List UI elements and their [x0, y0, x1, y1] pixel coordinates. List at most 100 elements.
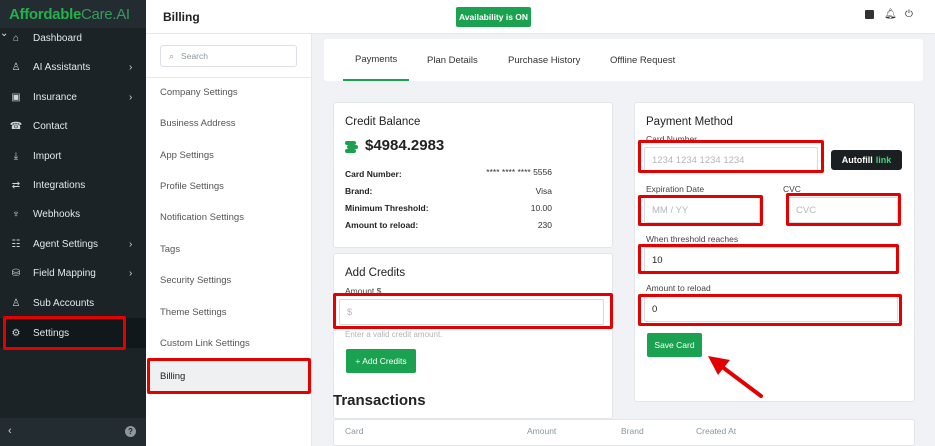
sidebar-item-label: Field Mapping: [33, 267, 96, 279]
search-input[interactable]: ⌕ Search: [160, 45, 297, 67]
card-number-input[interactable]: 1234 1234 1234 1234: [644, 147, 818, 173]
submenu-item-billing[interactable]: Billing: [147, 360, 310, 392]
sidebar-item-label: Settings: [33, 327, 70, 339]
submenu-item-security-settings[interactable]: Security Settings: [160, 275, 231, 286]
autofill-link-text: link: [875, 155, 892, 165]
column-header-created-at: Created At: [696, 426, 737, 436]
sidebar-item-import[interactable]: ⤓ Import: [0, 141, 146, 171]
tab-purchase-history[interactable]: Purchase History: [508, 39, 580, 81]
amount-to-reload-value: 230: [537, 220, 552, 230]
tab-payments[interactable]: Payments: [343, 39, 410, 81]
expiration-date-placeholder: MM / YY: [652, 204, 689, 216]
minimum-threshold-value: 10.00: [530, 203, 552, 213]
brand-label: Brand:: [345, 186, 373, 196]
brand-name: Affordable: [9, 5, 82, 23]
reload-amount-label: Amount to reload: [646, 283, 711, 293]
help-icon[interactable]: ?: [125, 426, 136, 437]
sidebar-item-label: Insurance: [33, 91, 77, 103]
save-card-button[interactable]: Save Card: [647, 333, 702, 357]
sidebar-item-label: Integrations: [33, 179, 86, 191]
sidebar-item-sub-accounts[interactable]: ♙ Sub Accounts: [0, 288, 146, 318]
card-number-label: Card Number:: [345, 169, 402, 179]
threshold-input[interactable]: 10: [644, 247, 898, 273]
page-title: Billing: [163, 10, 200, 24]
autofill-link-button[interactable]: Autofill link: [831, 150, 902, 170]
power-icon[interactable]: ⏻: [904, 10, 914, 20]
transactions-table: Card Amount Brand Created At: [333, 419, 915, 446]
sidebar-item-agent-settings[interactable]: ☷ Agent Settings ›: [0, 229, 146, 259]
card-icon: ▣: [11, 91, 21, 103]
notes-icon[interactable]: [865, 10, 874, 19]
divider: [146, 77, 312, 78]
availability-toggle-button[interactable]: Availability is ON: [456, 7, 531, 27]
sidebar-footer: ‹ ?: [0, 418, 146, 446]
submenu-item-notification-settings[interactable]: Notification Settings: [160, 212, 244, 223]
submenu-item-profile-settings[interactable]: Profile Settings: [160, 181, 224, 192]
brand-value: Visa: [535, 186, 552, 196]
tab-plan-details[interactable]: Plan Details: [427, 39, 478, 81]
submenu-item-theme-settings[interactable]: Theme Settings: [160, 307, 227, 318]
billing-tabs: Payments Plan Details Purchase History O…: [324, 39, 923, 81]
transactions-title: Transactions: [333, 392, 426, 409]
user-icon: ♙: [11, 297, 21, 309]
reload-amount-input[interactable]: 0: [644, 296, 898, 322]
sidebar-item-webhooks[interactable]: ♆ Webhooks: [0, 199, 146, 229]
sidebar-item-label: Dashboard: [33, 32, 82, 44]
sidebar-item-label: Webhooks: [33, 208, 81, 220]
cvc-input[interactable]: CVC: [788, 197, 898, 223]
sidebar-item-field-mapping[interactable]: ⛁ Field Mapping ›: [0, 258, 146, 288]
sidebar-item-contact[interactable]: ☎ Contact: [0, 111, 146, 141]
home-icon: ⌂: [12, 32, 20, 44]
credit-amount-input[interactable]: $: [339, 299, 604, 325]
submenu-item-custom-link-settings[interactable]: Custom Link Settings: [160, 338, 250, 349]
autofill-text: Autofill: [841, 155, 873, 165]
sidebar-item-integrations[interactable]: ⇄ Integrations: [0, 170, 146, 200]
sidebar-item-settings[interactable]: ⚙ Settings: [0, 318, 146, 348]
credit-balance-title: Credit Balance: [345, 116, 421, 128]
chevron-right-icon: ›: [129, 238, 133, 250]
payment-method-title: Payment Method: [646, 116, 733, 128]
sidebar-item-label: Import: [33, 150, 62, 162]
add-credits-title: Add Credits: [345, 267, 406, 279]
sidebar-item-label: Contact: [33, 120, 68, 132]
collapse-sidebar-icon[interactable]: ‹: [8, 425, 12, 437]
credit-balance-amount: $4984.2983: [365, 137, 445, 154]
column-header-card: Card: [345, 426, 364, 436]
credit-amount-hint: Enter a valid credit amount.: [345, 330, 443, 339]
add-credits-button[interactable]: + Add Credits: [346, 349, 416, 373]
sidebar-item-dashboard[interactable]: ⌂ Dashboard: [0, 23, 146, 53]
gear-icon: ⚙: [11, 327, 21, 339]
column-header-brand: Brand: [621, 426, 644, 436]
expiration-date-label: Expiration Date: [646, 184, 705, 194]
cvc-placeholder: CVC: [796, 204, 817, 216]
agent-icon: ☷: [11, 238, 21, 250]
expiration-date-input[interactable]: MM / YY: [644, 197, 760, 223]
chevron-right-icon: ›: [129, 267, 133, 279]
sidebar-item-label: Sub Accounts: [33, 297, 95, 309]
submenu-item-company-settings[interactable]: Company Settings: [160, 87, 238, 98]
submenu-item-tags[interactable]: Tags: [160, 244, 180, 255]
user-icon: ♙: [11, 61, 21, 73]
chevron-right-icon: ›: [129, 61, 133, 73]
database-icon: ⛁: [11, 267, 21, 279]
sidebar-item-label: Agent Settings: [33, 238, 99, 250]
bell-icon[interactable]: 🔔︎: [884, 10, 897, 20]
main-content: Payments Plan Details Purchase History O…: [324, 34, 935, 446]
search-icon: ⌕: [169, 50, 175, 61]
amount-label: Amount $: [345, 286, 382, 296]
threshold-value: 10: [652, 254, 663, 266]
import-icon: ⤓: [13, 150, 19, 162]
sidebar: AffordableCare.AI ⌄ ⌂ Dashboard ♙ AI Ass…: [0, 0, 146, 446]
coins-icon: [345, 140, 359, 153]
amount-to-reload-label: Amount to reload:: [345, 220, 419, 230]
submenu-item-business-address[interactable]: Business Address: [160, 118, 236, 129]
card-number-placeholder: 1234 1234 1234 1234: [652, 154, 745, 166]
sidebar-item-insurance[interactable]: ▣ Insurance ›: [0, 82, 146, 112]
sidebar-item-ai-assistants[interactable]: ♙ AI Assistants ›: [0, 52, 146, 82]
minimum-threshold-label: Minimum Threshold:: [345, 203, 429, 213]
webhook-icon: ♆: [12, 208, 20, 220]
submenu-item-app-settings[interactable]: App Settings: [160, 150, 214, 161]
card-number-value: **** **** **** 5556: [486, 167, 552, 177]
card-number-field-label: Card Number: [646, 134, 698, 144]
tab-offline-request[interactable]: Offline Request: [610, 39, 675, 81]
